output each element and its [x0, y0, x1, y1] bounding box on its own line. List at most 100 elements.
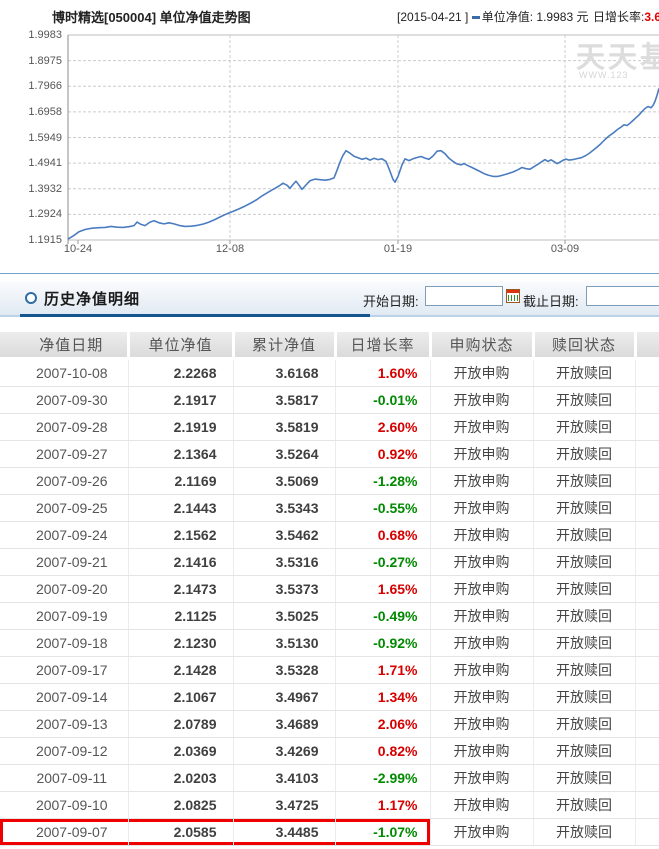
daily-growth-readout: 日增长率:3.6 [593, 8, 659, 25]
cell-redeem-status: 开放赎回 [533, 603, 635, 630]
chart-date: [2015-04-21 ] [397, 10, 468, 24]
cell-nav: 2.1562 [128, 522, 233, 549]
cell-empty [635, 549, 659, 576]
cell-acc-nav: 3.4269 [233, 738, 335, 765]
legend-unit: 元 [576, 10, 588, 24]
cell-date: 2007-10-08 [0, 359, 128, 387]
table-row: 2007-09-252.14433.5343-0.55%开放申购开放赎回 [0, 495, 659, 522]
cell-nav: 2.1230 [128, 630, 233, 657]
column-header-empty [635, 332, 659, 359]
cell-growth: 1.17% [335, 792, 430, 819]
nav-trend-line-plot [0, 0, 659, 272]
cell-redeem-status: 开放赎回 [533, 576, 635, 603]
cell-empty [635, 684, 659, 711]
nav-history-table: 净值日期单位净值累计净值日增长率申购状态赎回状态 2007-10-082.226… [0, 332, 659, 846]
cell-purchase-status: 开放申购 [430, 792, 533, 819]
cell-empty [635, 387, 659, 414]
end-date-input[interactable] [586, 286, 659, 306]
cell-empty [635, 765, 659, 792]
cell-nav: 2.0203 [128, 765, 233, 792]
cell-date: 2007-09-13 [0, 711, 128, 738]
cell-growth: 2.60% [335, 414, 430, 441]
cell-acc-nav: 3.4967 [233, 684, 335, 711]
table-row: 2007-09-262.11693.5069-1.28%开放申购开放赎回 [0, 468, 659, 495]
fund-nav-page: 博时精选[050004] 单位净值走势图 [2015-04-21 ] 单位净值:… [0, 0, 659, 849]
column-header: 日增长率 [335, 332, 430, 359]
cell-date: 2007-09-20 [0, 576, 128, 603]
column-header: 累计净值 [233, 332, 335, 359]
cell-empty [635, 792, 659, 819]
start-date-input[interactable] [425, 286, 503, 306]
cell-nav: 2.0789 [128, 711, 233, 738]
cell-redeem-status: 开放赎回 [533, 522, 635, 549]
cell-empty [635, 603, 659, 630]
cell-empty [635, 495, 659, 522]
cell-redeem-status: 开放赎回 [533, 359, 635, 387]
cell-redeem-status: 开放赎回 [533, 657, 635, 684]
cell-redeem-status: 开放赎回 [533, 549, 635, 576]
y-axis-label: 1.2924 [0, 208, 62, 220]
cell-nav: 2.1125 [128, 603, 233, 630]
watermark-url: WWW.123 [579, 70, 629, 80]
y-axis-label: 1.5949 [0, 132, 62, 144]
cell-acc-nav: 3.5264 [233, 441, 335, 468]
cell-date: 2007-09-12 [0, 738, 128, 765]
legend-label: 单位净值: [482, 10, 533, 24]
column-header: 单位净值 [128, 332, 233, 359]
growth-value: 3.6 [644, 10, 659, 24]
table-row: 2007-09-172.14283.53281.71%开放申购开放赎回 [0, 657, 659, 684]
cell-nav: 2.0369 [128, 738, 233, 765]
cell-date: 2007-09-10 [0, 792, 128, 819]
cell-growth: -0.27% [335, 549, 430, 576]
cell-date: 2007-09-27 [0, 441, 128, 468]
y-axis-label: 1.3932 [0, 183, 62, 195]
cell-acc-nav: 3.5130 [233, 630, 335, 657]
cell-purchase-status: 开放申购 [430, 414, 533, 441]
calendar-icon[interactable] [506, 289, 520, 303]
cell-growth: 0.82% [335, 738, 430, 765]
x-axis-label: 01-19 [378, 243, 418, 255]
cell-growth: 2.06% [335, 711, 430, 738]
cell-acc-nav: 3.5819 [233, 414, 335, 441]
x-axis-label: 10-24 [58, 243, 98, 255]
cell-growth: -2.99% [335, 765, 430, 792]
cell-date: 2007-09-28 [0, 414, 128, 441]
cell-date: 2007-09-30 [0, 387, 128, 414]
table-row: 2007-09-272.13643.52640.92%开放申购开放赎回 [0, 441, 659, 468]
section-divider [0, 273, 659, 274]
cell-empty [635, 576, 659, 603]
cell-redeem-status: 开放赎回 [533, 387, 635, 414]
cell-purchase-status: 开放申购 [430, 765, 533, 792]
cell-redeem-status: 开放赎回 [533, 414, 635, 441]
table-header-row: 净值日期单位净值累计净值日增长率申购状态赎回状态 [0, 332, 659, 359]
y-axis-label: 1.9983 [0, 29, 62, 41]
cell-purchase-status: 开放申购 [430, 684, 533, 711]
cell-date: 2007-09-19 [0, 603, 128, 630]
cell-nav: 2.1917 [128, 387, 233, 414]
cell-purchase-status: 开放申购 [430, 549, 533, 576]
cell-acc-nav: 3.4689 [233, 711, 335, 738]
legend-value: 1.9983 [536, 10, 573, 24]
cell-empty [635, 657, 659, 684]
x-axis-label: 12-08 [210, 243, 250, 255]
cell-date: 2007-09-07 [0, 819, 128, 846]
cell-nav: 2.1364 [128, 441, 233, 468]
cell-acc-nav: 3.5069 [233, 468, 335, 495]
cell-redeem-status: 开放赎回 [533, 441, 635, 468]
y-axis-label: 1.4941 [0, 157, 62, 169]
cell-nav: 2.0825 [128, 792, 233, 819]
cell-acc-nav: 3.5462 [233, 522, 335, 549]
table-row: 2007-09-112.02033.4103-2.99%开放申购开放赎回 [0, 765, 659, 792]
cell-redeem-status: 开放赎回 [533, 819, 635, 846]
cell-empty [635, 819, 659, 846]
cell-empty [635, 441, 659, 468]
nav-trend-chart: 博时精选[050004] 单位净值走势图 [2015-04-21 ] 单位净值:… [0, 0, 659, 272]
cell-acc-nav: 3.6168 [233, 359, 335, 387]
section-bullet-icon [25, 292, 37, 304]
cell-empty [635, 522, 659, 549]
cell-growth: 0.92% [335, 441, 430, 468]
cell-purchase-status: 开放申购 [430, 711, 533, 738]
cell-redeem-status: 开放赎回 [533, 711, 635, 738]
cell-nav: 2.0585 [128, 819, 233, 846]
cell-redeem-status: 开放赎回 [533, 495, 635, 522]
